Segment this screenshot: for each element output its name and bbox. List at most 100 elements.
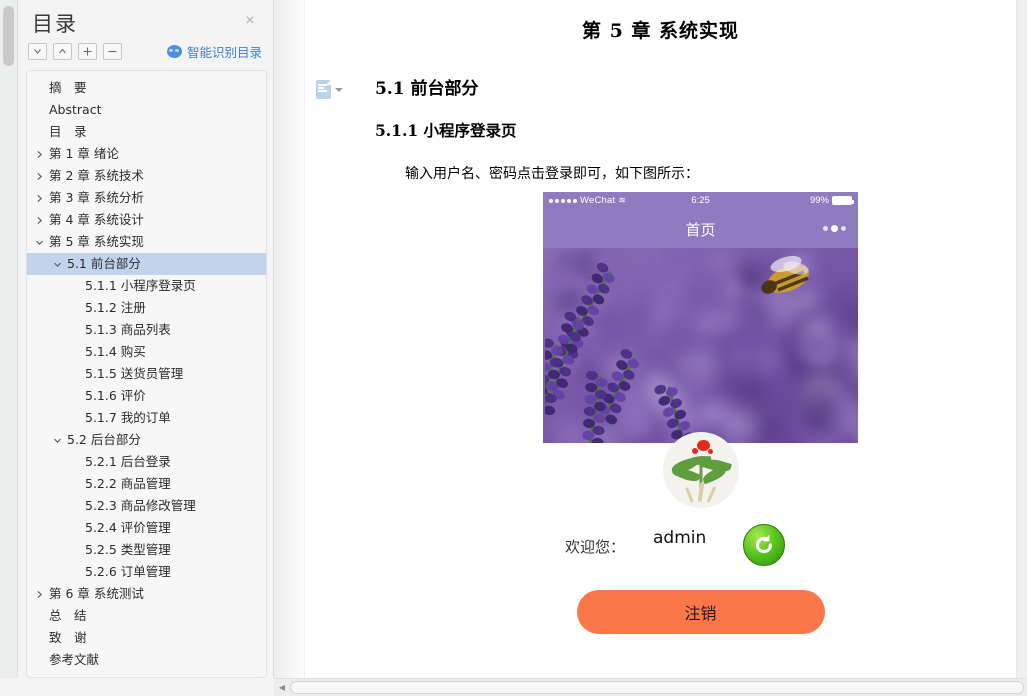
chevron-down-icon	[335, 88, 343, 92]
outline-header: 目录 ×	[18, 0, 273, 40]
outline-tree-item[interactable]: 5.1.3 商品列表	[27, 319, 266, 341]
outline-tree-item[interactable]: 致 谢	[27, 627, 266, 649]
welcome-row: 欢迎您： admin	[543, 522, 858, 572]
outline-tree-item[interactable]: 5.2 后台部分	[27, 429, 266, 451]
outline-tree-item[interactable]: 总 结	[27, 605, 266, 627]
outline-item-label: 参考文献	[49, 649, 99, 671]
chevron-up-icon	[58, 44, 67, 59]
outline-tree-item[interactable]: 第 4 章 系统设计	[27, 209, 266, 231]
outline-tree-item[interactable]: 第 6 章 系统测试	[27, 583, 266, 605]
logout-button[interactable]: 注销	[577, 590, 825, 634]
outline-panel: 目录 ×	[18, 0, 274, 696]
document-page: 第 5 章 系统实现 5.1 前台部分 5.1.1 小程序登录页 输入用户名、密…	[305, 0, 1017, 678]
demote-level-button[interactable]	[103, 43, 122, 60]
outline-item-label: 致 谢	[49, 627, 87, 649]
phone-status-bar: WeChat ≋ 6:25 99%	[543, 192, 858, 210]
outline-tree-item[interactable]: 5.2.4 评价管理	[27, 517, 266, 539]
outline-tree-item[interactable]: 5.1.7 我的订单	[27, 407, 266, 429]
outline-tree-item[interactable]: 5.2.3 商品修改管理	[27, 495, 266, 517]
outline-item-label: 第 6 章 系统测试	[49, 583, 144, 605]
panel-resize-handle[interactable]	[3, 6, 14, 66]
username-value: admin	[653, 528, 706, 548]
phone-nav-bar: 首页	[543, 210, 858, 248]
scroll-left-arrow-icon[interactable]: ◀	[274, 679, 290, 696]
left-gutter-strip	[0, 0, 18, 696]
chevron-down-icon[interactable]	[51, 253, 63, 275]
lavender-field-photo	[543, 248, 858, 443]
outline-item-label: 5.1.4 购买	[85, 341, 146, 363]
minus-icon	[107, 44, 118, 59]
chevron-down-icon[interactable]	[51, 429, 63, 451]
outline-item-label: 5.1 前台部分	[67, 253, 141, 275]
outline-tree-item[interactable]: 5.1.2 注册	[27, 297, 266, 319]
chevron-right-icon[interactable]	[33, 143, 45, 165]
heading-5-1-1: 5.1.1 小程序登录页	[375, 119, 517, 141]
chevron-down-icon[interactable]	[33, 231, 45, 253]
outline-item-label: 5.2.5 类型管理	[85, 539, 171, 561]
nav-title: 首页	[543, 219, 858, 240]
document-area: 第 5 章 系统实现 5.1 前台部分 5.1.1 小程序登录页 输入用户名、密…	[305, 0, 1027, 696]
outline-tree-item[interactable]: 5.2.2 商品管理	[27, 473, 266, 495]
outline-tree-item[interactable]: 第 3 章 系统分析	[27, 187, 266, 209]
outline-item-label: Abstract	[49, 99, 101, 121]
collapse-all-button[interactable]	[28, 43, 47, 60]
outline-tree-item[interactable]: 5.1 前台部分	[27, 253, 266, 275]
chevron-right-icon[interactable]	[33, 209, 45, 231]
outline-item-label: 5.1.6 评价	[85, 385, 146, 407]
outline-tree-item[interactable]: Abstract	[27, 99, 266, 121]
promote-level-button[interactable]	[78, 43, 97, 60]
outline-tree-item[interactable]: 目 录	[27, 121, 266, 143]
outline-item-label: 5.2 后台部分	[67, 429, 141, 451]
chevron-right-icon[interactable]	[33, 187, 45, 209]
smart-recognize-toc-button[interactable]: 智能识别目录	[167, 42, 262, 61]
app-window: 目录 ×	[0, 0, 1027, 696]
bee-illustration	[742, 252, 820, 306]
outline-tree-item[interactable]: 第 2 章 系统技术	[27, 165, 266, 187]
paste-options-button[interactable]	[316, 80, 343, 99]
outline-tree-item[interactable]: 5.2.1 后台登录	[27, 451, 266, 473]
welcome-label: 欢迎您：	[565, 536, 625, 557]
scrollbar-corner	[0, 678, 274, 696]
horizontal-scrollbar[interactable]: ◀	[274, 678, 1027, 696]
outline-item-label: 5.2.1 后台登录	[85, 451, 171, 473]
avatar[interactable]	[663, 432, 739, 508]
outline-tree-item[interactable]: 第 1 章 绪论	[27, 143, 266, 165]
expand-all-button[interactable]	[53, 43, 72, 60]
outline-tree-item[interactable]: 5.1.4 购买	[27, 341, 266, 363]
ai-smart-icon	[167, 45, 182, 58]
outline-item-label: 第 5 章 系统实现	[49, 231, 144, 253]
outline-tree-item[interactable]: 5.1.5 送货员管理	[27, 363, 266, 385]
outline-tree-item[interactable]: 第 5 章 系统实现	[27, 231, 266, 253]
more-dots-icon[interactable]	[823, 225, 846, 232]
outline-item-label: 目 录	[49, 121, 87, 143]
outline-item-label: 摘 要	[49, 77, 87, 99]
scrollbar-track[interactable]	[290, 681, 1024, 694]
close-icon[interactable]: ×	[241, 12, 259, 30]
outline-tree-item[interactable]: 5.1.6 评价	[27, 385, 266, 407]
plus-icon	[82, 44, 93, 59]
document-gutter	[274, 0, 305, 696]
chapter-title: 第 5 章 系统实现	[305, 16, 1016, 43]
body-paragraph: 输入用户名、密码点击登录即可，如下图所示：	[405, 163, 699, 183]
outline-item-label: 5.1.2 注册	[85, 297, 146, 319]
outline-item-label: 第 3 章 系统分析	[49, 187, 144, 209]
outline-item-label: 5.2.3 商品修改管理	[85, 495, 196, 517]
outline-tree-item[interactable]: 5.1.1 小程序登录页	[27, 275, 266, 297]
outline-item-label: 5.2.2 商品管理	[85, 473, 171, 495]
battery-percent-label: 99%	[810, 195, 829, 206]
chevron-right-icon[interactable]	[33, 583, 45, 605]
outline-tree-item[interactable]: 5.2.6 订单管理	[27, 561, 266, 583]
outline-tree-item[interactable]: 摘 要	[27, 77, 266, 99]
outline-item-label: 5.1.7 我的订单	[85, 407, 171, 429]
outline-item-label: 第 1 章 绪论	[49, 143, 119, 165]
refresh-icon[interactable]	[743, 524, 785, 566]
outline-title: 目录	[32, 8, 78, 38]
outline-toolbar: 智能识别目录	[18, 40, 274, 66]
outline-tree[interactable]: 摘 要Abstract目 录第 1 章 绪论第 2 章 系统技术第 3 章 系统…	[26, 70, 267, 678]
outline-item-label: 5.1.3 商品列表	[85, 319, 171, 341]
chevron-right-icon[interactable]	[33, 165, 45, 187]
outline-tree-item[interactable]: 参考文献	[27, 649, 266, 671]
outline-tree-item[interactable]: 5.2.5 类型管理	[27, 539, 266, 561]
outline-item-label: 5.2.4 评价管理	[85, 517, 171, 539]
outline-item-label: 第 4 章 系统设计	[49, 209, 144, 231]
